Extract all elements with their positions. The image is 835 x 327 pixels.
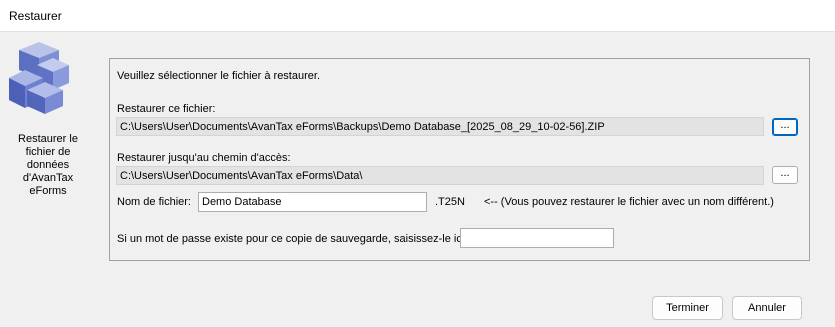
browse-path-button[interactable]: ... xyxy=(772,166,798,184)
restore-form-panel: Veuillez sélectionner le fichier à resta… xyxy=(109,58,810,261)
restore-file-field[interactable]: C:\Users\User\Documents\AvanTax eForms\B… xyxy=(116,117,764,136)
side-label-line: données xyxy=(26,159,70,171)
window-title: Restaurer xyxy=(9,9,62,23)
side-label-line: eForms xyxy=(29,185,67,197)
filename-hint: <-- (Vous pouvez restaurer le fichier av… xyxy=(484,196,774,208)
password-label: Si un mot de passe existe pour ce copie … xyxy=(117,233,471,245)
restore-file-label: Restaurer ce fichier: xyxy=(117,103,216,115)
side-description: Restaurer le fichier de données d'AvanTa… xyxy=(8,133,88,198)
side-label-line: fichier de xyxy=(25,146,71,158)
restore-path-field[interactable]: C:\Users\User\Documents\AvanTax eForms\D… xyxy=(116,166,764,185)
restore-path-label: Restaurer jusqu'au chemin d'accès: xyxy=(117,152,291,164)
filename-input[interactable]: Demo Database xyxy=(198,192,427,212)
side-label-line: d'AvanTax xyxy=(22,172,74,184)
instruction-text: Veuillez sélectionner le fichier à resta… xyxy=(117,70,320,82)
cancel-button[interactable]: Annuler xyxy=(732,296,802,320)
database-cubes-icon xyxy=(9,40,71,114)
browse-file-button[interactable]: ... xyxy=(772,118,798,136)
extension-label: .T25N xyxy=(435,196,465,208)
title-bar: Restaurer xyxy=(0,0,835,32)
side-label-line: Restaurer le xyxy=(18,133,78,145)
password-input[interactable] xyxy=(460,228,614,248)
filename-label: Nom de fichier: xyxy=(117,196,191,208)
finish-button[interactable]: Terminer xyxy=(652,296,723,320)
